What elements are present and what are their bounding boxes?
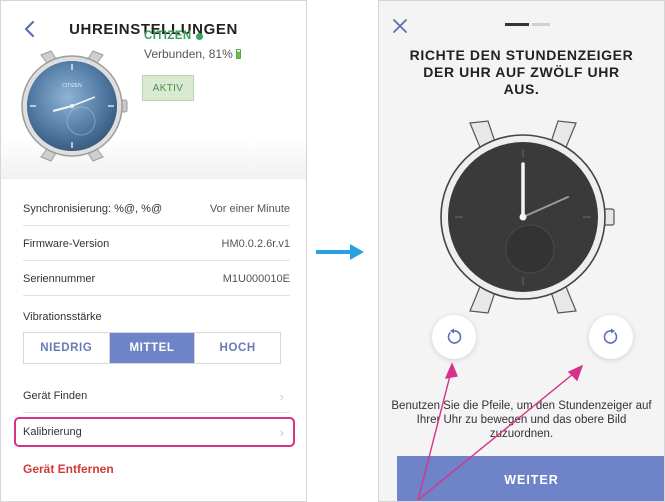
rotate-counterclockwise-icon bbox=[447, 328, 462, 344]
calibration-heading: RICHTE DEN STUNDENZEIGER DER UHR AUF ZWÖ… bbox=[409, 47, 634, 97]
sync-label: Synchronisierung: %@, %@ bbox=[23, 202, 163, 215]
arrow-right-icon bbox=[316, 244, 364, 260]
progress-step-active bbox=[505, 23, 529, 26]
rotate-clockwise-button[interactable] bbox=[589, 315, 633, 359]
serial-value: M1U000010E bbox=[222, 272, 290, 285]
vibration-selector: NIEDRIG MITTEL HOCH bbox=[23, 332, 281, 364]
find-device-row[interactable]: Gerät Finden › bbox=[1, 379, 306, 413]
calibration-instructions: Benutzen Sie die Pfeile, um den Stundenz… bbox=[391, 400, 652, 440]
firmware-value: HM0.0.2.6r.v1 bbox=[221, 237, 290, 250]
remove-device-button[interactable]: Gerät Entfernen bbox=[23, 462, 114, 476]
watch-illustration bbox=[440, 120, 615, 314]
vibration-high-button[interactable]: HOCH bbox=[195, 333, 281, 363]
sync-value: Vor einer Minute bbox=[209, 202, 290, 215]
chevron-left-icon bbox=[24, 20, 35, 38]
serial-label: Seriennummer bbox=[23, 272, 96, 285]
device-status-text: Verbunden, 81% bbox=[144, 47, 233, 61]
calibration-highlight-box bbox=[14, 417, 295, 447]
rotate-clockwise-icon bbox=[603, 328, 618, 344]
connected-indicator-icon bbox=[195, 32, 203, 40]
device-brand: CITIZEN bbox=[144, 30, 203, 42]
rotate-counterclockwise-button[interactable] bbox=[432, 315, 476, 359]
battery-icon bbox=[235, 49, 241, 59]
vibration-label: Vibrationsstärke bbox=[23, 311, 102, 323]
serial-row: Seriennummer M1U000010E bbox=[1, 261, 306, 296]
vibration-low-button[interactable]: NIEDRIG bbox=[24, 333, 110, 363]
device-status: Verbunden, 81% bbox=[144, 47, 241, 61]
watch-settings-screen: CITIZEN UHREINSTELLUNGEN CITIZEN Verbund… bbox=[0, 0, 307, 502]
firmware-row: Firmware-Version HM0.0.2.6r.v1 bbox=[1, 226, 306, 261]
firmware-label: Firmware-Version bbox=[23, 237, 110, 250]
sync-row: Synchronisierung: %@, %@ Vor einer Minut… bbox=[1, 191, 306, 226]
next-button[interactable]: WEITER bbox=[397, 456, 664, 501]
vibration-medium-button[interactable]: MITTEL bbox=[109, 333, 196, 363]
back-button[interactable] bbox=[19, 15, 39, 43]
watch-image: CITIZEN bbox=[21, 50, 128, 162]
settings-list: Synchronisierung: %@, %@ Vor einer Minut… bbox=[1, 191, 306, 296]
watch-dial-logo: CITIZEN bbox=[62, 83, 82, 89]
progress-step bbox=[532, 23, 550, 26]
calibration-screen: RICHTE DEN STUNDENZEIGER DER UHR AUF ZWÖ… bbox=[378, 0, 665, 502]
chevron-right-icon: › bbox=[279, 388, 284, 404]
step-progress bbox=[505, 23, 550, 26]
close-icon[interactable] bbox=[393, 19, 407, 33]
find-device-label: Gerät Finden bbox=[23, 390, 88, 402]
active-badge: AKTIV bbox=[142, 75, 194, 101]
device-brand-label: CITIZEN bbox=[144, 30, 192, 42]
